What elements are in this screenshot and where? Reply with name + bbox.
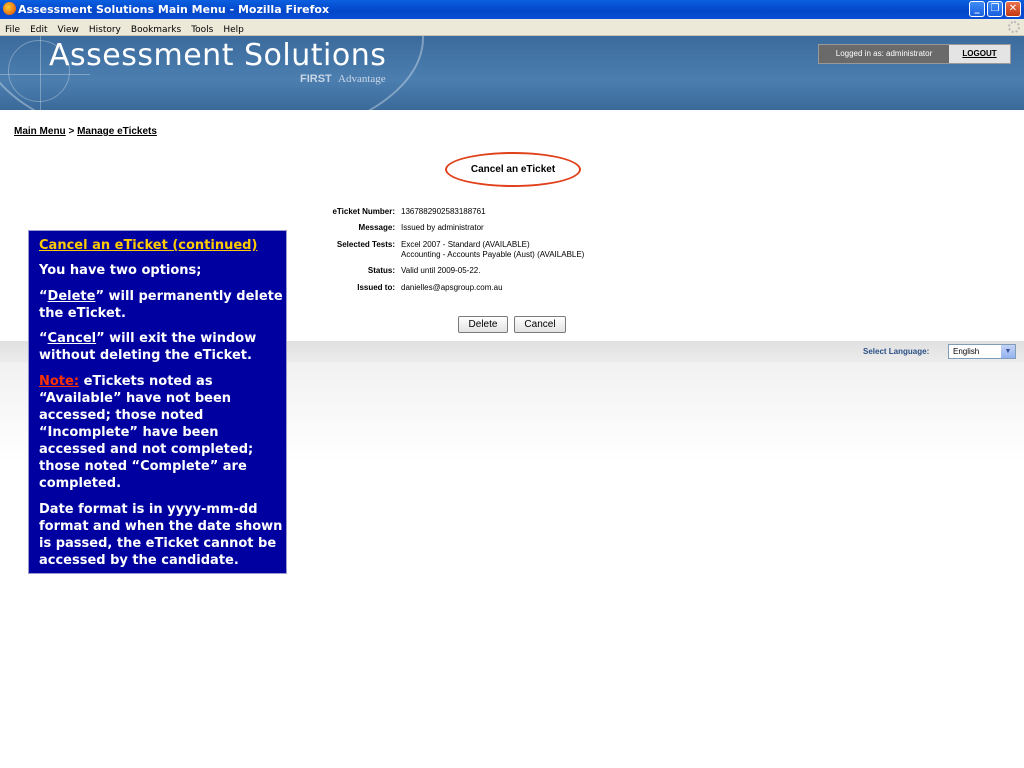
- login-status-box: Logged in as: administrator LOGOUT: [818, 44, 1011, 64]
- restore-button[interactable]: ❐: [987, 1, 1003, 17]
- breadcrumb-main-menu[interactable]: Main Menu: [14, 126, 66, 137]
- chevron-down-icon[interactable]: ▼: [1001, 345, 1015, 358]
- language-selected-value: English: [953, 347, 980, 356]
- status-value: Valid until 2009-05-22.: [401, 266, 481, 275]
- callout-note: Note: eTickets noted as “Available” have…: [39, 374, 254, 491]
- selected-test-item: Accounting - Accounts Payable (Aust) (AV…: [401, 250, 585, 259]
- minimize-button[interactable]: _: [969, 1, 985, 17]
- menu-edit[interactable]: Edit: [30, 25, 47, 35]
- cancel-button[interactable]: Cancel: [514, 316, 566, 333]
- header-banner: Assessment Solutions FIRST Advantage Log…: [0, 36, 1024, 110]
- logout-button[interactable]: LOGOUT: [949, 45, 1010, 63]
- message-value: Issued by administrator: [401, 223, 484, 232]
- breadcrumb-manage-etickets[interactable]: Manage eTickets: [77, 126, 157, 137]
- breadcrumb: Main Menu > Manage eTickets: [14, 126, 157, 137]
- menu-bookmarks[interactable]: Bookmarks: [131, 25, 181, 35]
- delete-button[interactable]: Delete: [458, 316, 508, 333]
- close-button[interactable]: ✕: [1005, 1, 1021, 17]
- menu-view[interactable]: View: [58, 25, 79, 35]
- select-language-label: Select Language:: [863, 347, 930, 356]
- loading-throbber-icon: [1008, 21, 1020, 33]
- brand-sub-first: FIRST: [300, 73, 332, 85]
- callout-delete-option: “Delete” will permanently delete the eTi…: [39, 289, 283, 321]
- window-title: Assessment Solutions Main Menu - Mozilla…: [18, 3, 330, 16]
- menu-file[interactable]: File: [5, 25, 20, 35]
- firefox-icon: [3, 2, 16, 15]
- callout-title: Cancel an eTicket (continued): [39, 238, 258, 253]
- instruction-callout: Cancel an eTicket (continued) You have t…: [28, 230, 287, 574]
- issued-to-value: danielles@apsgroup.com.au: [401, 283, 503, 292]
- page-title: Cancel an eTicket: [445, 152, 581, 187]
- decorative-line: [0, 74, 90, 75]
- brand-title: Assessment Solutions: [49, 38, 387, 73]
- selected-test-item: Excel 2007 - Standard (AVAILABLE): [401, 240, 530, 249]
- breadcrumb-separator: >: [68, 126, 75, 137]
- window-titlebar: Assessment Solutions Main Menu - Mozilla…: [0, 0, 1024, 19]
- menu-history[interactable]: History: [89, 25, 121, 35]
- callout-date-format: Date format is in yyyy-mm-dd format and …: [39, 502, 283, 568]
- eticket-number-label: eTicket Number:: [332, 207, 395, 216]
- brand-sub-advantage: Advantage: [338, 73, 386, 85]
- eticket-number-value: 1367882902583188761: [401, 207, 486, 216]
- callout-intro: You have two options;: [39, 263, 202, 278]
- decorative-line: [40, 36, 41, 110]
- menu-bar: File Edit View History Bookmarks Tools Help: [0, 19, 1024, 36]
- language-select[interactable]: English ▼: [948, 344, 1016, 359]
- menu-tools[interactable]: Tools: [191, 25, 213, 35]
- logged-in-label: Logged in as: administrator: [835, 49, 933, 58]
- menu-help[interactable]: Help: [223, 25, 244, 35]
- callout-cancel-option: “Cancel” will exit the window without de…: [39, 331, 257, 363]
